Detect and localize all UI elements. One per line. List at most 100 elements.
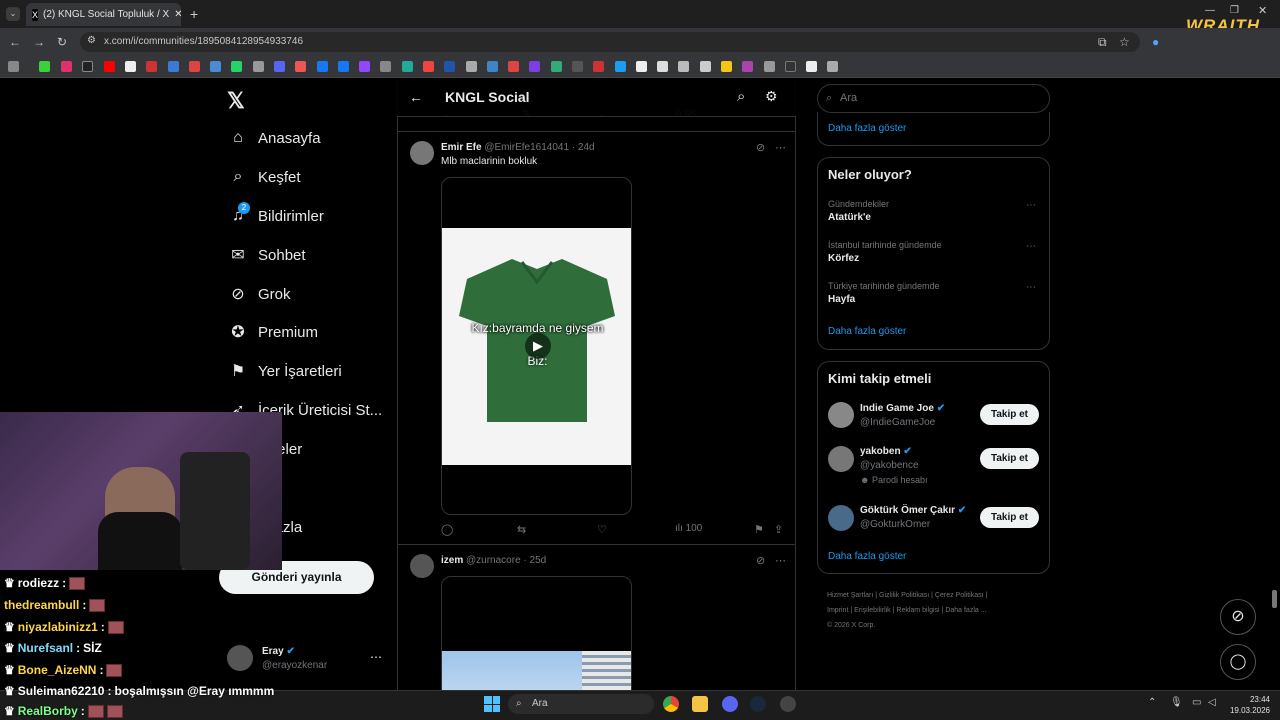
star-icon[interactable]: ☆ [1119,35,1130,49]
volume-icon[interactable]: ◁ [1208,697,1216,708]
account-menu-icon[interactable]: ⋯ [370,650,382,664]
views-count[interactable]: ılı 100 [675,523,702,534]
post-time[interactable]: · 25d [523,555,546,566]
display-icon[interactable]: ▭ [1192,697,1201,708]
bookmark-icon[interactable] [529,61,540,72]
post-time[interactable]: · 24d [572,142,595,153]
back-icon[interactable]: ← [9,35,21,49]
sidebar-item-notifications[interactable]: ♫ 2 Bildirimler [227,201,324,231]
bookmark-icon[interactable] [146,61,157,72]
site-info-icon[interactable]: ⚙ [87,35,96,46]
bookmark-icon[interactable] [785,61,796,72]
extension-icon[interactable]: ● [1152,35,1159,49]
windows-start-icon[interactable] [484,696,500,712]
bookmark-icon[interactable] [168,61,179,72]
video-player[interactable] [441,576,632,699]
close-window-icon[interactable]: ✕ [1258,4,1267,17]
tray-chevron-icon[interactable]: ⌃ [1148,697,1156,708]
repost-icon[interactable]: ⇆ [517,523,526,536]
grok-float-icon[interactable]: ⊘ [1220,599,1256,635]
microphone-icon[interactable]: 🎙 [1170,697,1183,708]
discord-icon[interactable] [722,696,738,712]
sidebar-item-explore[interactable]: ⌕ Keşfet [227,162,301,192]
post-more-icon[interactable]: ⋯ [775,554,786,567]
x-logo[interactable]: 𝕏 [227,88,245,114]
suggestion-avatar[interactable] [828,505,854,531]
trend-more-icon[interactable]: ⋯ [1026,241,1036,252]
trend-name[interactable]: Körfez [828,253,859,264]
suggestion-name[interactable]: Göktürk Ömer Çakır ✔ [860,505,966,516]
bookmark-icon[interactable] [104,61,115,72]
suggestion-name[interactable]: yakoben ✔ [860,446,912,457]
bookmark-icon[interactable] [700,61,711,72]
trend-name[interactable]: Hayfa [828,294,855,305]
suggestion-avatar[interactable] [828,402,854,428]
clock[interactable]: 23:44 19.03.2026 [1224,694,1270,716]
follow-button[interactable]: Takip et [980,448,1039,469]
footer-link[interactable]: Daha fazla ... [945,607,986,614]
bookmark-icon[interactable] [359,61,370,72]
sidebar-item-chat[interactable]: ✉ Sohbet [227,240,305,270]
like-icon[interactable]: ♡ [597,523,607,536]
apps-icon[interactable] [8,61,19,72]
bookmark-post-icon[interactable]: ⚑ [754,523,764,536]
footer-link[interactable]: Çerez Politikası [935,592,984,599]
bookmark-icon[interactable] [61,61,72,72]
footer-link[interactable]: Gizlilik Politikası [879,592,929,599]
browser-tab[interactable]: X (2) KNGL Social Topluluk / X ✕ [26,3,181,26]
bookmark-icon[interactable] [657,61,668,72]
play-icon[interactable]: ▶ [525,333,551,359]
footer-link[interactable]: Erişilebilirlik [854,607,891,614]
messages-float-icon[interactable]: ◯ [1220,644,1256,680]
bookmark-icon[interactable] [189,61,200,72]
app-icon[interactable] [780,696,796,712]
steam-icon[interactable] [750,696,766,712]
bookmark-icon[interactable] [444,61,455,72]
settings-icon[interactable]: ⚙ [765,88,778,105]
minimize-icon[interactable]: — [1205,5,1215,16]
forward-icon[interactable]: → [33,35,45,49]
bookmark-icon[interactable] [742,61,753,72]
bookmark-icon[interactable] [274,61,285,72]
sidebar-item-premium[interactable]: ✪ Premium [227,317,318,347]
tab-search-icon[interactable]: ⌄ [6,7,20,21]
install-icon[interactable]: ⧉ [1098,35,1107,50]
taskbar-search[interactable]: ⌕ Ara [508,694,654,714]
bookmark-icon[interactable] [593,61,604,72]
suggestion-name[interactable]: Indie Game Joe ✔ [860,403,945,414]
bookmark-icon[interactable] [615,61,626,72]
trend-name[interactable]: Atatürk'e [828,212,871,223]
file-explorer-icon[interactable] [692,696,708,712]
trends-show-more-link[interactable]: Daha fazla göster [828,326,906,337]
bookmark-icon[interactable] [295,61,306,72]
reload-icon[interactable]: ↻ [57,35,67,49]
bookmark-icon[interactable] [827,61,838,72]
bookmark-icon[interactable] [806,61,817,72]
bookmark-icon[interactable] [721,61,732,72]
bookmark-icon[interactable] [487,61,498,72]
grok-analyze-icon[interactable]: ⊘ [756,141,765,154]
post-author-handle[interactable]: @EmirEfe1614041 [484,142,569,153]
reply-icon[interactable]: ◯ [441,523,453,536]
bookmark-icon[interactable] [380,61,391,72]
back-arrow-icon[interactable]: ← [409,89,423,105]
footer-link[interactable]: Reklam bilgisi [896,607,939,614]
share-icon[interactable]: ⇪ [774,523,783,536]
bookmark-icon[interactable] [125,61,136,72]
new-tab-icon[interactable]: + [190,6,198,22]
bookmark-icon[interactable] [39,61,50,72]
bookmark-icon[interactable] [466,61,477,72]
scrollbar[interactable] [1272,590,1277,608]
bookmark-icon[interactable] [572,61,583,72]
footer-link[interactable]: Hizmet Şartları [827,592,873,599]
bookmark-icon[interactable] [82,61,93,72]
close-tab-icon[interactable]: ✕ [174,9,181,20]
bookmark-icon[interactable] [231,61,242,72]
bookmark-icon[interactable] [253,61,264,72]
bookmark-icon[interactable] [423,61,434,72]
follow-button[interactable]: Takip et [980,507,1039,528]
search-input[interactable]: ⌕ Ara [817,84,1050,113]
bookmark-icon[interactable] [508,61,519,72]
bookmark-icon[interactable] [678,61,689,72]
post-author-name[interactable]: izem [441,555,463,566]
